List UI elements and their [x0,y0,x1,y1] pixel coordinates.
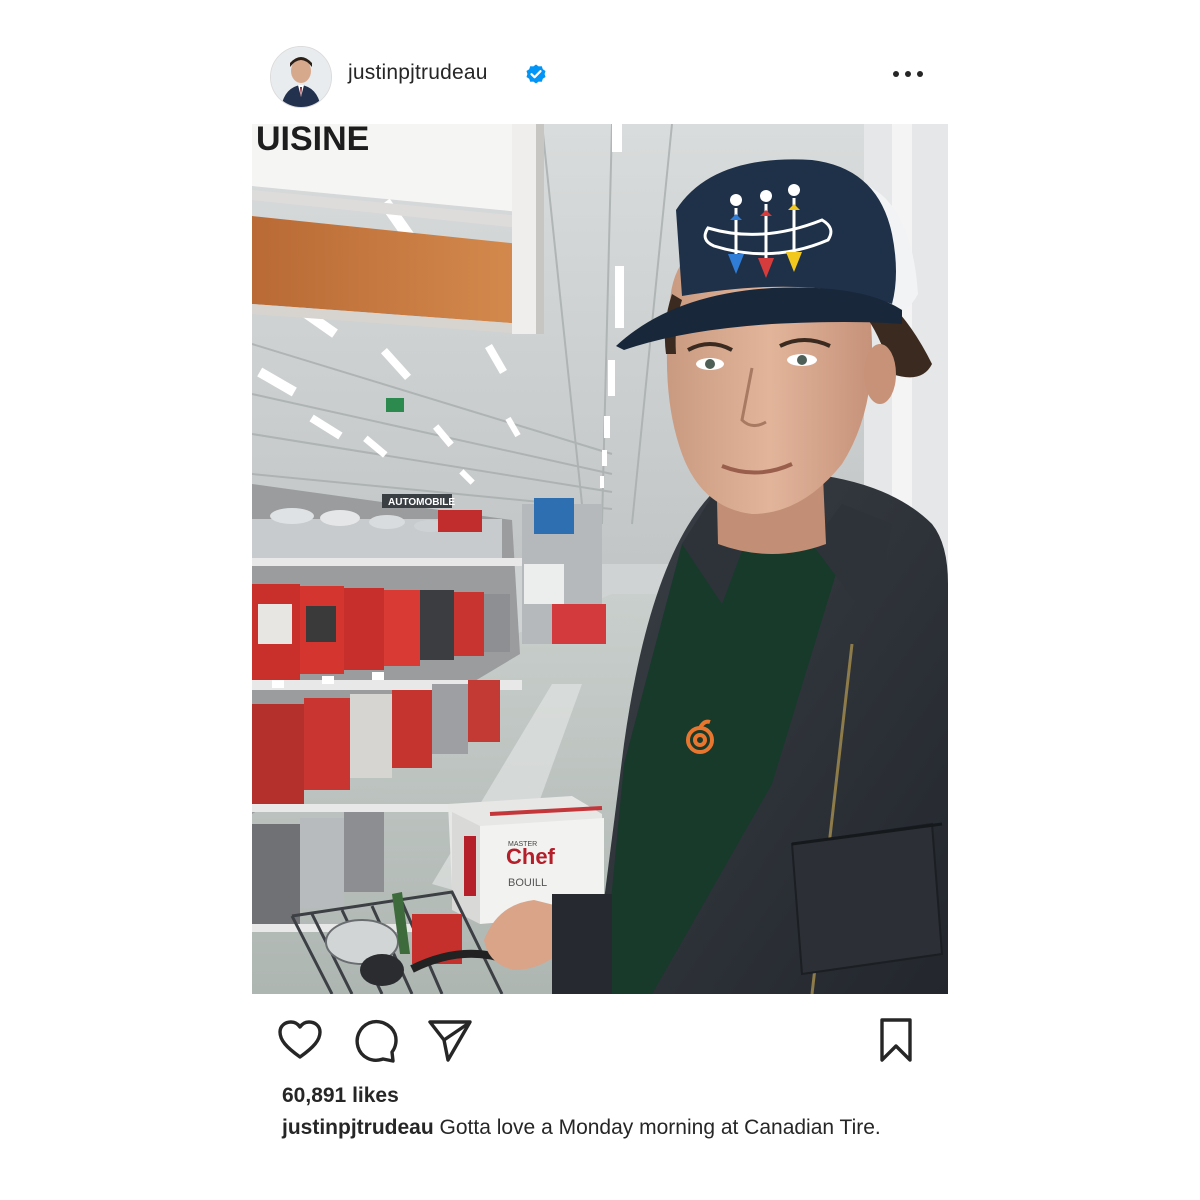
caption-text: Gotta love a Monday morning at Canadian … [439,1116,881,1139]
instagram-post: justinpjtrudeau UISINE AUTOMOBILE Chef M… [252,40,948,1180]
post-header: justinpjtrudeau [252,40,948,110]
post-photo[interactable]: UISINE AUTOMOBILE Chef MASTER BOUILL [252,124,948,994]
box-sub-text: BOUILL [508,877,547,889]
like-heart-icon[interactable] [276,1016,324,1064]
aisle-sign-text: AUTOMOBILE [388,497,455,508]
post-caption: justinpjtrudeau Gotta love a Monday morn… [282,1114,922,1141]
verified-badge-icon [526,64,546,84]
post-actions [252,1016,948,1064]
store-selfie-illustration: UISINE AUTOMOBILE Chef MASTER BOUILL [252,124,948,994]
avatar[interactable] [270,46,332,108]
share-send-icon[interactable] [426,1016,474,1064]
save-bookmark-icon[interactable] [872,1016,920,1064]
avatar-image [271,47,331,107]
more-options-icon[interactable] [888,60,928,88]
post-username[interactable]: justinpjtrudeau [348,61,488,85]
store-sign-text: UISINE [256,124,369,158]
comment-icon[interactable] [352,1016,400,1064]
caption-username[interactable]: justinpjtrudeau [282,1116,434,1139]
likes-count[interactable]: 60,891 likes [282,1084,399,1108]
box-brand-small-text: MASTER [508,841,537,848]
